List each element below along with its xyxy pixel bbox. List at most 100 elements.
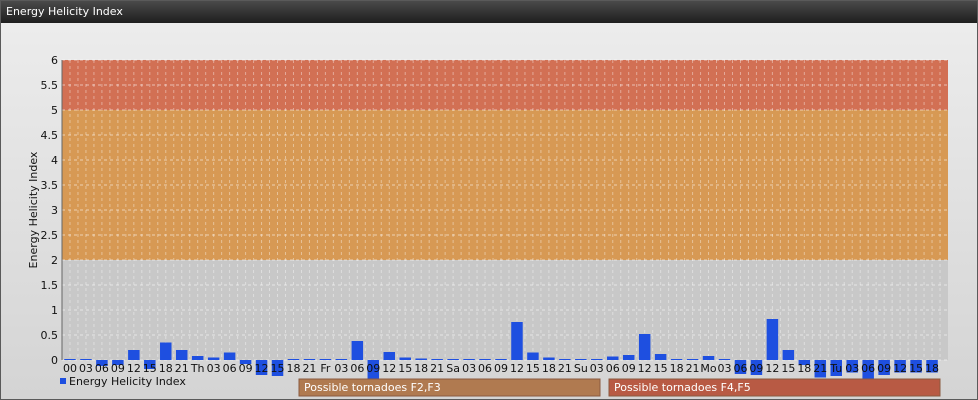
x-tick-label: Sa bbox=[446, 362, 460, 375]
y-tick-label: 1.5 bbox=[41, 279, 59, 292]
x-tick-label: 21 bbox=[302, 362, 316, 375]
x-tick-label: 03 bbox=[590, 362, 604, 375]
bar[interactable] bbox=[463, 359, 475, 360]
bar[interactable] bbox=[223, 352, 236, 361]
bar[interactable] bbox=[543, 357, 555, 361]
x-tick-label: 06 bbox=[223, 362, 237, 375]
bar[interactable] bbox=[303, 359, 316, 360]
bar[interactable] bbox=[64, 359, 76, 360]
x-tick-label: Tu bbox=[829, 362, 842, 375]
bar[interactable] bbox=[702, 356, 715, 360]
bar[interactable] bbox=[766, 319, 779, 360]
bar[interactable] bbox=[527, 352, 539, 361]
x-tick-label: 15 bbox=[654, 362, 668, 375]
x-tick-label: 12 bbox=[127, 362, 141, 375]
x-tick-label: 09 bbox=[111, 362, 125, 375]
x-tick-label: 03 bbox=[334, 362, 348, 375]
legend: Energy Helicity Index bbox=[60, 375, 186, 388]
bar[interactable] bbox=[80, 359, 92, 360]
bar[interactable] bbox=[622, 355, 635, 360]
y-tick-label: 5 bbox=[51, 104, 58, 117]
x-tick-label: 21 bbox=[558, 362, 572, 375]
x-tick-label: 18 bbox=[542, 362, 556, 375]
x-tick-label: 06 bbox=[861, 362, 875, 375]
bar[interactable] bbox=[511, 322, 523, 360]
x-tick-label: 18 bbox=[670, 362, 684, 375]
bar[interactable] bbox=[638, 334, 651, 360]
annotation-label: Possible tornadoes F4,F5 bbox=[614, 381, 751, 394]
y-tick-label: 0.5 bbox=[41, 329, 59, 342]
legend-label: Energy Helicity Index bbox=[69, 375, 186, 388]
y-tick-label: 6 bbox=[51, 54, 58, 67]
x-tick-label: 21 bbox=[813, 362, 827, 375]
bar[interactable] bbox=[431, 359, 443, 360]
bar[interactable] bbox=[160, 342, 172, 361]
bar[interactable] bbox=[351, 341, 364, 360]
x-tick-label: 09 bbox=[749, 362, 763, 375]
y-axis-label: Energy Helicity Index bbox=[27, 151, 40, 268]
x-tick-label: 03 bbox=[718, 362, 732, 375]
x-tick-label: 18 bbox=[286, 362, 300, 375]
bar[interactable] bbox=[287, 359, 300, 360]
y-tick-label: 4 bbox=[51, 154, 58, 167]
x-tick-label: 03 bbox=[79, 362, 93, 375]
x-tick-label: 15 bbox=[526, 362, 540, 375]
bar[interactable] bbox=[447, 359, 459, 360]
y-tick-label: 3.5 bbox=[41, 179, 59, 192]
y-tick-label: 1 bbox=[51, 304, 58, 317]
bar[interactable] bbox=[654, 354, 667, 360]
x-tick-label: 21 bbox=[430, 362, 444, 375]
x-tick-label: 06 bbox=[478, 362, 492, 375]
x-tick-label: 06 bbox=[95, 362, 109, 375]
x-tick-label: 12 bbox=[510, 362, 524, 375]
bar[interactable] bbox=[175, 350, 188, 360]
bar[interactable] bbox=[415, 358, 427, 361]
x-tick-label: 15 bbox=[781, 362, 795, 375]
bar[interactable] bbox=[591, 359, 603, 360]
x-tick-label: 21 bbox=[686, 362, 700, 375]
x-tick-label: 12 bbox=[638, 362, 652, 375]
bar[interactable] bbox=[335, 359, 348, 360]
bar[interactable] bbox=[383, 352, 396, 360]
bar[interactable] bbox=[686, 359, 699, 360]
x-tick-label: 06 bbox=[350, 362, 364, 375]
x-tick-label: 12 bbox=[765, 362, 779, 375]
bar[interactable] bbox=[670, 359, 683, 360]
y-tick-label: 2 bbox=[51, 254, 58, 267]
x-tick-label: 09 bbox=[366, 362, 380, 375]
bar[interactable] bbox=[575, 359, 587, 360]
x-tick-label: 15 bbox=[143, 362, 157, 375]
bar[interactable] bbox=[607, 356, 619, 361]
bar[interactable] bbox=[207, 357, 220, 361]
x-tick-label: Fr bbox=[320, 362, 331, 375]
annotation-bands: Possible tornadoes F2,F3 Possible tornado… bbox=[298, 378, 941, 397]
x-tick-label: 03 bbox=[462, 362, 476, 375]
x-tick-label: 18 bbox=[797, 362, 811, 375]
annotation-label: Possible tornadoes F2,F3 bbox=[304, 381, 441, 394]
x-tick-label: 09 bbox=[239, 362, 253, 375]
x-tick-label: 03 bbox=[207, 362, 221, 375]
x-tick-label: Su bbox=[574, 362, 588, 375]
bar[interactable] bbox=[399, 357, 411, 361]
bar[interactable] bbox=[495, 359, 507, 360]
y-tick-label: 0 bbox=[51, 354, 58, 367]
x-tick-label: Mo bbox=[700, 362, 716, 375]
x-tick-label: 12 bbox=[382, 362, 396, 375]
bar[interactable] bbox=[782, 350, 795, 360]
x-tick-label: 09 bbox=[877, 362, 891, 375]
x-tick-label: 03 bbox=[845, 362, 859, 375]
x-tick-label: 12 bbox=[893, 362, 907, 375]
x-tick-label: 09 bbox=[494, 362, 508, 375]
x-tick-label: 18 bbox=[159, 362, 173, 375]
x-tick-label: 15 bbox=[398, 362, 412, 375]
bar[interactable] bbox=[191, 356, 204, 360]
bar[interactable] bbox=[718, 359, 731, 360]
bar[interactable] bbox=[128, 350, 140, 360]
ehi-chart: 00.511.522.533.544.555.56 00 03 06 09 12 15 18… bbox=[27, 54, 948, 397]
bar[interactable] bbox=[479, 359, 491, 360]
x-tick-label: 18 bbox=[925, 362, 939, 375]
y-axis: 0 0.5 1 1.5 2 2.5 3 3.5 4 4.5 5 5.5 6 bbox=[41, 54, 63, 367]
x-tick-label: 12 bbox=[255, 362, 269, 375]
bar[interactable] bbox=[559, 359, 571, 360]
bar[interactable] bbox=[319, 359, 332, 360]
